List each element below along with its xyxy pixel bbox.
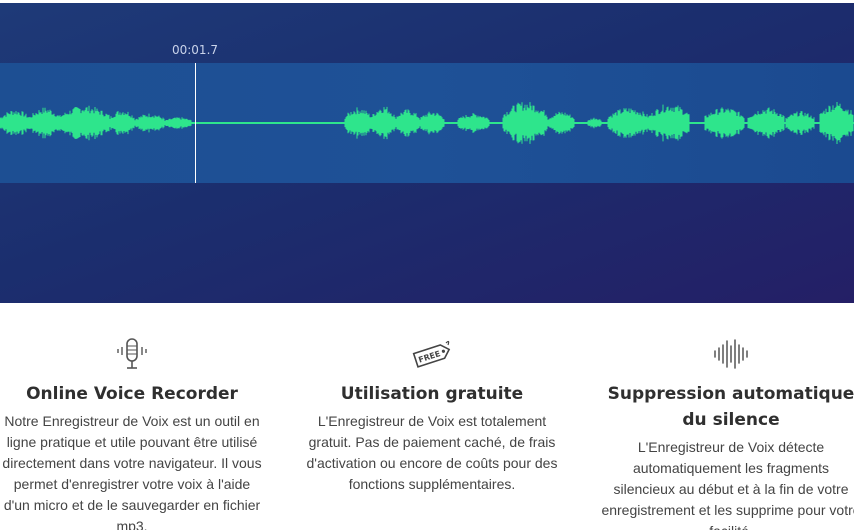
- feature-free-usage: FREE Utilisation gratuite L'Enregistreur…: [302, 303, 562, 495]
- feature-title: Suppression automatique du silence: [607, 384, 854, 430]
- free-tag-icon: FREE: [412, 340, 451, 368]
- soundwave-icon: [714, 339, 748, 369]
- playhead-time: 00:01.7: [171, 43, 219, 57]
- feature-description: L'Enregistreur de Voix est totalement gr…: [306, 413, 558, 492]
- page: 00:01.7 Online Voice Recorder Notre Enre…: [0, 0, 854, 530]
- waveform-trace: [0, 102, 854, 144]
- waveform-player[interactable]: 00:01.7: [0, 3, 854, 303]
- feature-description: L'Enregistreur de Voix détecte automatiq…: [601, 439, 854, 530]
- feature-title: Online Voice Recorder: [26, 384, 238, 404]
- microphone-icon: [117, 338, 147, 369]
- feature-title: Utilisation gratuite: [340, 384, 524, 404]
- feature-online-recorder: Online Voice Recorder Notre Enregistreur…: [2, 303, 262, 530]
- audio-waveform[interactable]: [0, 63, 854, 183]
- features-section: Online Voice Recorder Notre Enregistreur…: [0, 303, 854, 530]
- feature-description: Notre Enregistreur de Voix est un outil …: [2, 413, 262, 530]
- playhead-cursor[interactable]: [195, 63, 196, 183]
- feature-silence-removal: Suppression automatique du silence L'Enr…: [601, 303, 854, 530]
